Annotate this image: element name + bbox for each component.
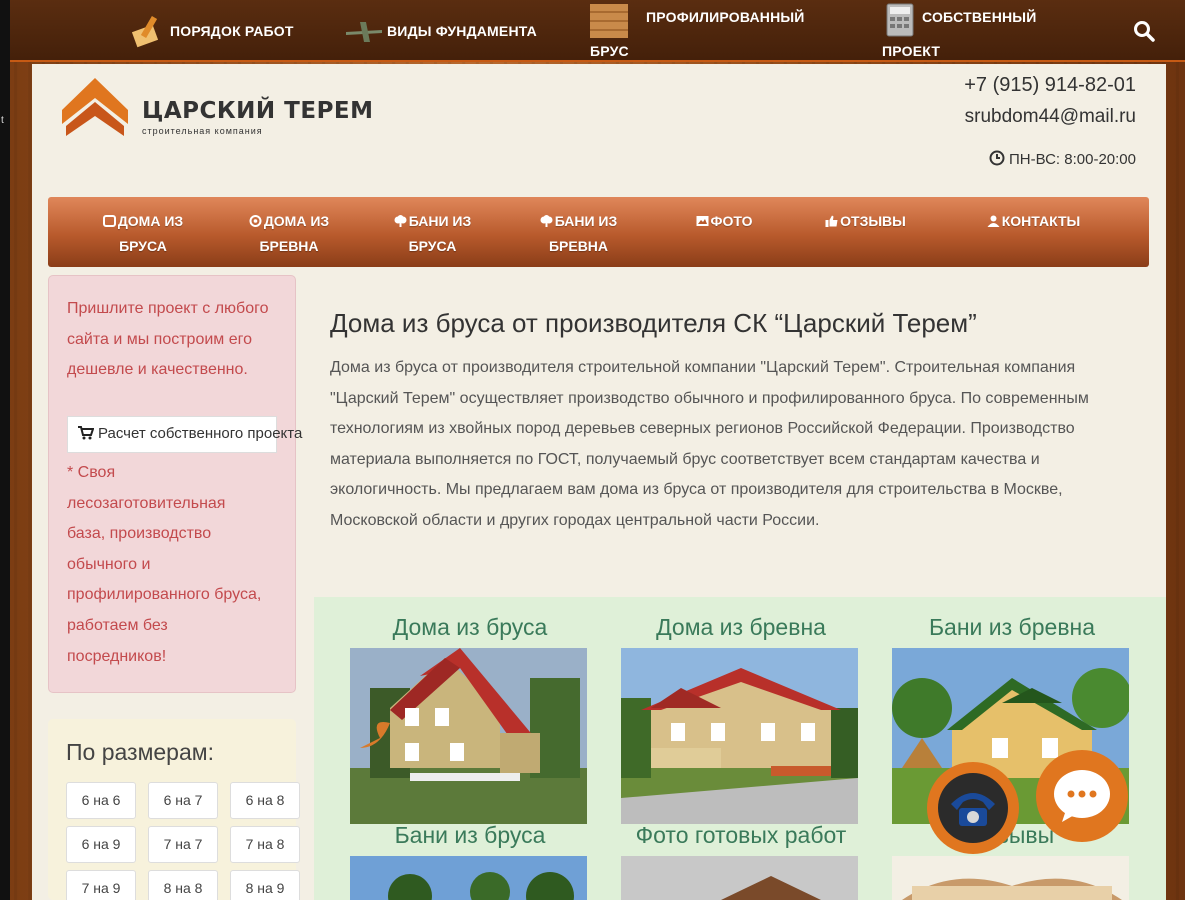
picture-icon: [696, 216, 709, 226]
top-nav-label-line1: СОБСТВЕННЫЙ: [922, 9, 1037, 25]
search-icon[interactable]: [1133, 20, 1155, 42]
sizes-box: По размерам: 6 на 6 6 на 7 6 на 8 6 на 9…: [48, 719, 300, 900]
logo-tagline: строительная компания: [142, 126, 263, 136]
nav-label: БРУСА: [408, 238, 457, 254]
nav-label: БАНИ ИЗ: [408, 213, 472, 229]
nav-label: КОНТАКТЫ: [1001, 213, 1081, 229]
wood-icon: [590, 4, 628, 38]
chat-button[interactable]: [1036, 750, 1128, 842]
nav-label: БАНИ ИЗ: [554, 213, 618, 229]
chat-icon: [1054, 770, 1110, 822]
gallery-title[interactable]: Бани из бруса: [350, 822, 590, 849]
nav-photo[interactable]: ФОТО: [684, 209, 764, 234]
promo-note: * Своя лесозаготовительная база, произво…: [67, 464, 262, 665]
nav-label: БРУСА: [119, 238, 167, 254]
timber-house-photo[interactable]: [350, 648, 587, 824]
page-title: Дома из бруса от производителя СК “Царск…: [330, 308, 977, 338]
top-navigation: ПОРЯДОК РАБОТ ВИДЫ ФУНДАМЕНТА ПРОФИЛИРОВ…: [10, 0, 1185, 62]
promo-text: Пришлите проект с любого сайта и мы пост…: [67, 300, 269, 378]
nav-log-baths[interactable]: БАНИ ИЗ БРЕВНА: [526, 209, 631, 259]
size-button[interactable]: 6 на 6: [66, 782, 136, 819]
top-nav-label-line1: ПРОФИЛИРОВАННЫЙ: [646, 9, 805, 25]
nav-label: ДОМА ИЗ: [117, 213, 184, 229]
window-edge: t: [0, 0, 10, 900]
calc-project-button[interactable]: Расчет собственного проекта: [67, 416, 302, 453]
timber-bath-photo[interactable]: [350, 856, 587, 900]
size-button[interactable]: 7 на 9: [66, 870, 136, 900]
size-button[interactable]: 8 на 8: [148, 870, 218, 900]
top-nav-label-line2: ПРОЕКТ: [882, 43, 941, 59]
category-gallery: Дома из бруса Дома из бревна Бани из бре…: [314, 597, 1166, 900]
gallery-title[interactable]: Дома из бруса: [350, 614, 590, 641]
callback-button[interactable]: [927, 762, 1019, 854]
tree-icon: [394, 215, 407, 227]
top-nav-label: ПОРЯДОК РАБОТ: [170, 23, 294, 39]
gallery-title[interactable]: Фото готовых работ: [621, 822, 861, 849]
nav-label: БРЕВНА: [259, 238, 319, 254]
size-button[interactable]: 8 на 9: [230, 870, 300, 900]
cart-icon: [78, 426, 95, 440]
clock-icon: [989, 150, 1005, 166]
page-content: ЦАРСКИЙ ТЕРЕМ строительная компания +7 (…: [32, 64, 1166, 900]
top-nav-label: ВИДЫ ФУНДАМЕНТА: [387, 23, 537, 39]
main-navigation: ДОМА ИЗ БРУСА ДОМА ИЗ БРЕВНА БАНИ ИЗ БРУСА …: [48, 197, 1149, 267]
nav-label: БРЕВНА: [548, 238, 609, 254]
thumbs-up-icon: [825, 215, 838, 227]
phone-number[interactable]: +7 (915) 914-82-01: [964, 74, 1136, 97]
top-nav-label-line2: БРУС: [590, 43, 629, 59]
nav-label: ДОМА ИЗ: [263, 213, 330, 229]
promo-box: Пришлите проект с любого сайта и мы пост…: [48, 275, 302, 693]
nav-label: ФОТО: [710, 213, 753, 229]
nav-reviews[interactable]: ОТЗЫВЫ: [813, 209, 918, 234]
logo-name: ЦАРСКИЙ ТЕРЕМ: [142, 98, 374, 124]
size-button[interactable]: 6 на 7: [148, 782, 218, 819]
square-icon: [102, 215, 116, 227]
nav-timber-houses[interactable]: ДОМА ИЗ БРУСА: [88, 209, 198, 259]
airplane-icon: [346, 22, 382, 42]
size-button[interactable]: 7 на 7: [148, 826, 218, 863]
hammer-icon: [131, 15, 159, 48]
gallery-title[interactable]: Бани из бревна: [892, 614, 1132, 641]
logo-mark-icon: [62, 78, 128, 136]
size-button[interactable]: 6 на 8: [230, 782, 300, 819]
gallery-title[interactable]: Дома из бревна: [621, 614, 861, 641]
nav-timber-baths[interactable]: БАНИ ИЗ БРУСА: [380, 209, 485, 259]
size-button[interactable]: 6 на 9: [66, 826, 136, 863]
nav-label: ОТЗЫВЫ: [840, 213, 906, 229]
tree-icon: [540, 215, 553, 227]
size-button[interactable]: 7 на 8: [230, 826, 300, 863]
log-house-photo[interactable]: [621, 648, 858, 824]
nav-contacts[interactable]: КОНТАКТЫ: [976, 209, 1091, 234]
target-icon: [249, 215, 262, 227]
intro-text: Дома из бруса от производителя строитель…: [330, 359, 1089, 529]
hours-text: ПН-ВС: 8:00-20:00: [1008, 151, 1136, 168]
user-icon: [987, 215, 1000, 227]
email-link[interactable]: srubdom44@mail.ru: [965, 106, 1136, 128]
phone-icon: [938, 773, 1008, 843]
finished-works-photo[interactable]: [621, 856, 858, 900]
calculator-icon: [886, 3, 914, 37]
sizes-heading: По размерам:: [66, 739, 214, 765]
working-hours: ПН-ВС: 8:00-20:00: [989, 150, 1136, 168]
reviews-photo[interactable]: [892, 856, 1129, 900]
calc-button-label: Расчет собственного проекта: [98, 425, 303, 442]
nav-log-houses[interactable]: ДОМА ИЗ БРЕВНА: [234, 209, 344, 259]
